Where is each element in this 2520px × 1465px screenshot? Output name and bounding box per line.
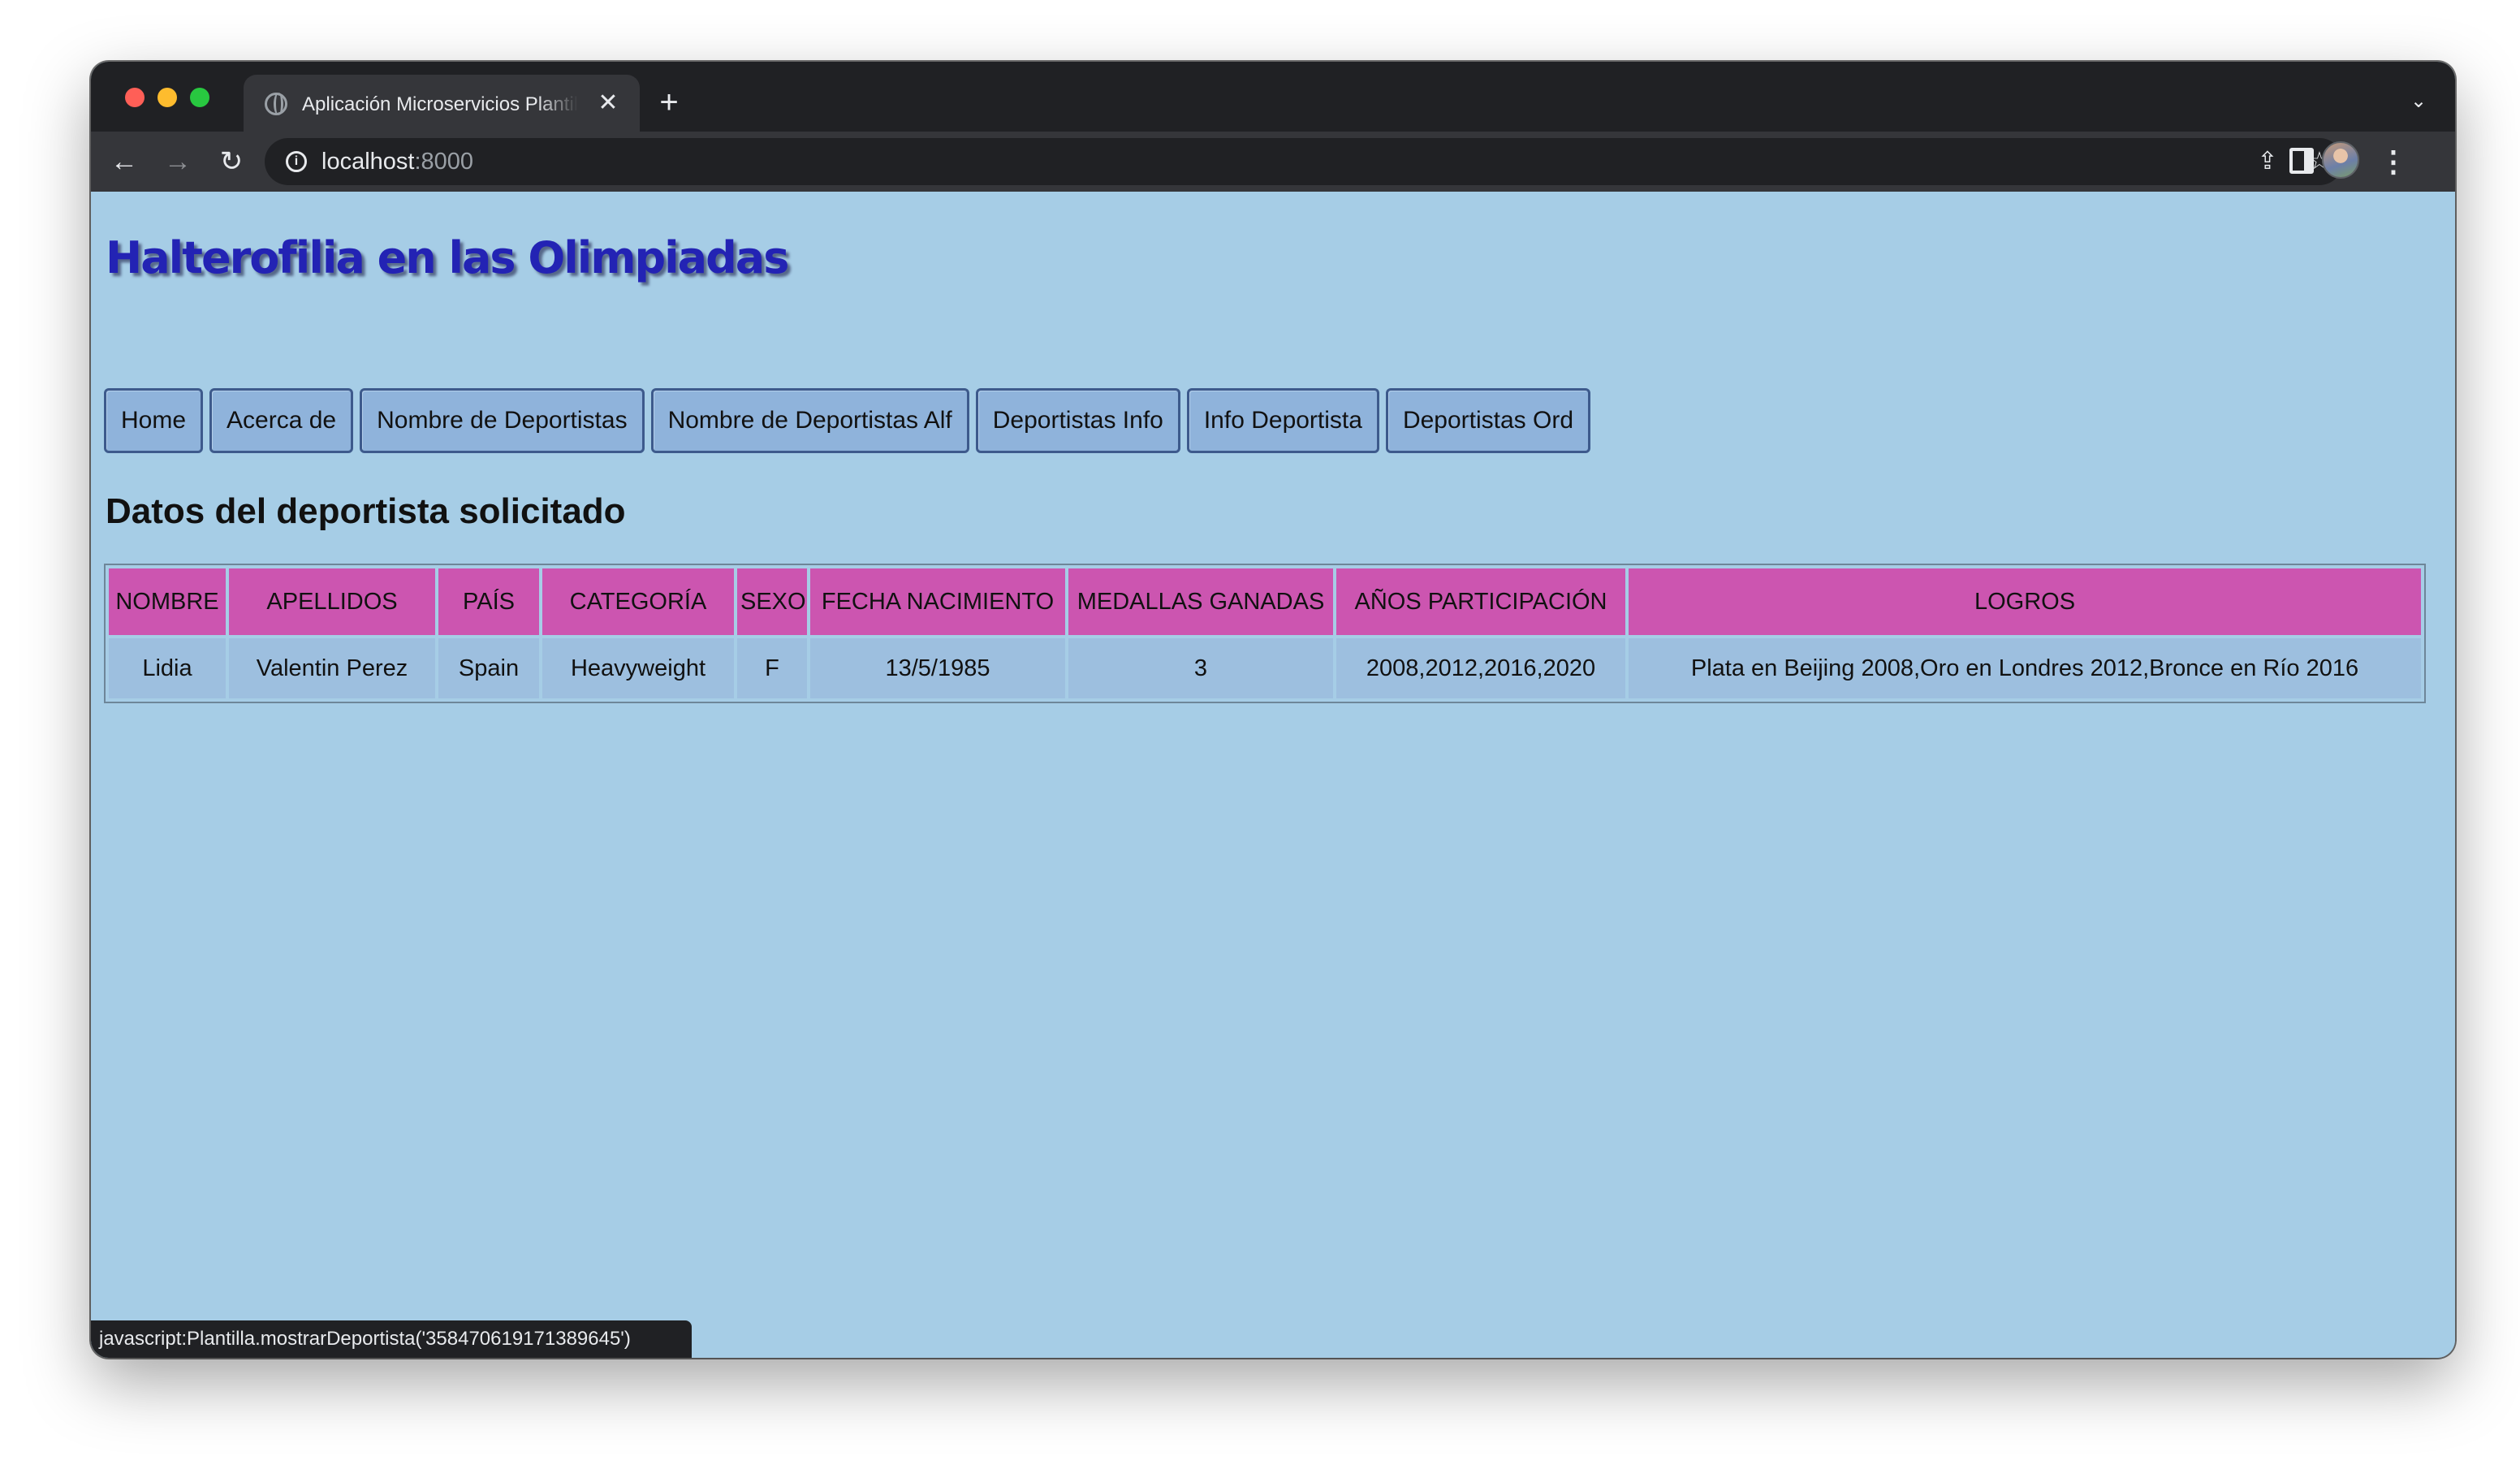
globe-icon <box>265 93 287 115</box>
url-host: localhost <box>321 149 415 175</box>
cell-nombre: Lidia <box>109 638 226 698</box>
header-logros: LOGROS <box>1629 568 2421 635</box>
page-content: Halterofilia en las Olimpiadas Home Acer… <box>91 192 2455 1358</box>
header-apellidos: APELLIDOS <box>229 568 435 635</box>
close-tab-icon[interactable]: ✕ <box>594 89 622 117</box>
browser-tab[interactable]: Aplicación Microservicios Plantilla ✕ <box>244 75 640 132</box>
reload-icon[interactable]: ↻ <box>211 141 252 182</box>
nav-button-deportistas-info[interactable]: Deportistas Info <box>975 388 1180 453</box>
info-icon[interactable]: i <box>286 151 307 172</box>
browser-toolbar: ← → ↻ i localhost:8000 ⇪ ☆ ⋮ <box>91 132 2455 192</box>
nav-button-info-deportista[interactable]: Info Deportista <box>1186 388 1379 453</box>
section-title: Datos del deportista solicitado <box>106 491 626 531</box>
header-fecha-nacimiento: FECHA NACIMIENTO <box>810 568 1065 635</box>
header-categoria: CATEGORÍA <box>542 568 734 635</box>
nav-menu: Home Acerca de Nombre de Deportistas Nom… <box>104 388 1597 453</box>
cell-logros: Plata en Beijing 2008,Oro en Londres 201… <box>1629 638 2421 698</box>
header-medallas-ganadas: MEDALLAS GANADAS <box>1068 568 1333 635</box>
kebab-menu-icon[interactable]: ⋮ <box>2379 141 2408 182</box>
url-port: :8000 <box>414 149 474 175</box>
header-pais: PAÍS <box>438 568 539 635</box>
avatar[interactable] <box>2322 141 2359 179</box>
tab-search-icon[interactable]: ⌄ <box>2406 89 2431 114</box>
new-tab-button[interactable]: + <box>653 86 685 119</box>
page-title: Halterofilia en las Olimpiadas <box>106 232 789 283</box>
maximize-window-button[interactable] <box>190 88 209 107</box>
athlete-table: NOMBRE APELLIDOS PAÍS CATEGORÍA SEXO FEC… <box>104 564 2426 703</box>
header-sexo: SEXO <box>737 568 807 635</box>
table-header-row: NOMBRE APELLIDOS PAÍS CATEGORÍA SEXO FEC… <box>109 568 2421 635</box>
nav-button-home[interactable]: Home <box>104 388 204 453</box>
nav-button-deportistas-ord[interactable]: Deportistas Ord <box>1385 388 1591 453</box>
cell-medallas-ganadas: 3 <box>1068 638 1333 698</box>
share-icon[interactable]: ⇪ <box>2252 146 2283 177</box>
browser-window: Aplicación Microservicios Plantilla ✕ + … <box>91 62 2455 1358</box>
table-row: Lidia Valentin Perez Spain Heavyweight F… <box>109 638 2421 698</box>
header-anos-participacion: AÑOS PARTICIPACIÓN <box>1336 568 1625 635</box>
tab-title: Aplicación Microservicios Plantilla <box>302 93 578 115</box>
url-text: localhost:8000 <box>321 146 473 177</box>
status-bar: javascript:Plantilla.mostrarDeportista('… <box>91 1320 692 1358</box>
cell-apellidos: Valentin Perez <box>229 638 435 698</box>
side-panel-icon[interactable] <box>2289 148 2314 174</box>
minimize-window-button[interactable] <box>158 88 177 107</box>
tab-strip: Aplicación Microservicios Plantilla ✕ + … <box>91 62 2455 132</box>
close-window-button[interactable] <box>125 88 145 107</box>
cell-pais: Spain <box>438 638 539 698</box>
cell-fecha-nacimiento: 13/5/1985 <box>810 638 1065 698</box>
forward-icon[interactable]: → <box>158 141 198 182</box>
address-bar[interactable]: i localhost:8000 ⇪ ☆ <box>265 138 2343 185</box>
cell-sexo: F <box>737 638 807 698</box>
nav-button-nombre-deportistas[interactable]: Nombre de Deportistas <box>360 388 645 453</box>
cell-categoria: Heavyweight <box>542 638 734 698</box>
header-nombre: NOMBRE <box>109 568 226 635</box>
nav-button-acerca-de[interactable]: Acerca de <box>209 388 354 453</box>
nav-button-nombre-deportistas-alf[interactable]: Nombre de Deportistas Alf <box>650 388 969 453</box>
cell-anos-participacion: 2008,2012,2016,2020 <box>1336 638 1625 698</box>
back-icon[interactable]: ← <box>104 141 145 182</box>
